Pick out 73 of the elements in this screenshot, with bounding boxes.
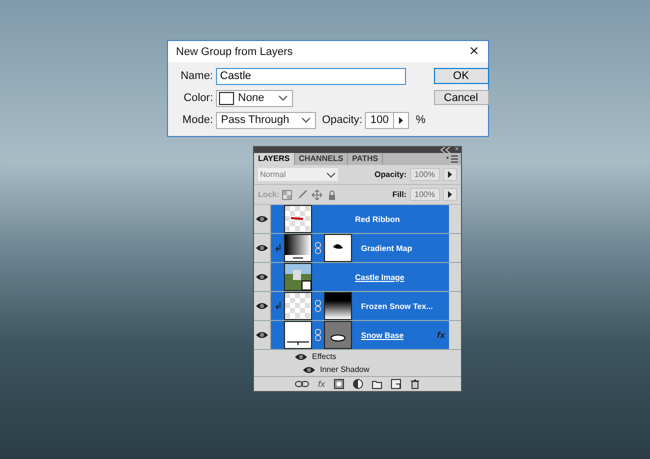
mask-icon[interactable]: [334, 379, 344, 389]
close-button[interactable]: ×: [460, 42, 488, 62]
mode-dropdown[interactable]: Pass Through: [216, 112, 316, 128]
opacity-field[interactable]: 100%: [410, 168, 440, 181]
menu-icon[interactable]: [446, 155, 458, 163]
trash-icon[interactable]: [410, 379, 420, 389]
field-label: Mode:: [181, 114, 213, 126]
fill-label: Fill:: [392, 190, 407, 199]
panel-tab[interactable]: LAYERS: [254, 153, 295, 165]
layer-row[interactable]: Frozen Snow Tex...: [271, 292, 449, 320]
ok-button[interactable]: OK: [434, 68, 488, 84]
effect-name: Effects: [312, 352, 336, 361]
name-field[interactable]: Castle: [216, 68, 406, 84]
image-thumbnail: [284, 263, 312, 291]
clip-arrow-icon: [275, 244, 281, 252]
layer-thumbnail: [284, 205, 312, 233]
collapse-icon[interactable]: [440, 147, 452, 153]
caret-icon: [326, 170, 336, 178]
lock-label: Lock:: [258, 190, 280, 199]
link-icon[interactable]: [294, 380, 309, 388]
opacity-label: Opacity:: [322, 114, 362, 126]
folder-icon[interactable]: [372, 379, 382, 389]
field-label: Color:: [182, 92, 213, 104]
triangle-icon[interactable]: [396, 116, 405, 124]
checker-icon[interactable]: [282, 190, 292, 200]
eye-icon[interactable]: [255, 242, 269, 254]
percent-label: %: [416, 114, 426, 126]
effects-indicator: fx: [436, 330, 445, 340]
triangle-icon[interactable]: [446, 190, 454, 199]
layer-row[interactable]: Red Ribbon: [271, 205, 449, 233]
fx-button[interactable]: fx: [318, 379, 325, 389]
brush-icon[interactable]: [297, 190, 308, 200]
caret-icon: [278, 94, 288, 102]
eye-icon[interactable]: [255, 300, 269, 312]
clip-arrow-icon: [275, 302, 281, 310]
eye-icon[interactable]: [255, 329, 269, 341]
layer-name: Gradient Map: [361, 244, 412, 252]
half-circle-icon[interactable]: [353, 379, 363, 389]
opacity-field[interactable]: 100: [365, 112, 409, 128]
eye-icon[interactable]: [255, 271, 269, 283]
mask-thumbnail: [324, 292, 352, 320]
layer-name: Castle Image: [355, 272, 404, 282]
layer-row[interactable]: Snow Base fx: [271, 321, 449, 349]
fill-field[interactable]: 100%: [410, 188, 440, 201]
new-layer-icon[interactable]: [391, 379, 401, 389]
caret-icon: [301, 116, 311, 124]
panel-tab[interactable]: PATHS: [348, 153, 384, 165]
vector-mask-thumbnail: [324, 321, 352, 349]
dialog-title: New Group from Layers: [176, 46, 293, 58]
panel-tab[interactable]: CHANNELS: [294, 153, 348, 165]
layer-name: Red Ribbon: [355, 214, 400, 224]
shape-thumbnail: [284, 321, 312, 349]
blend-mode-dropdown[interactable]: Normal: [258, 168, 338, 181]
texture-thumbnail: [284, 292, 312, 320]
eye-icon[interactable]: [255, 213, 269, 225]
color-dropdown[interactable]: None: [216, 90, 293, 106]
layer-name: Snow Base: [361, 330, 404, 340]
layer-row[interactable]: Gradient Map: [271, 234, 449, 262]
field-label: Name:: [180, 70, 213, 82]
triangle-icon[interactable]: [446, 170, 454, 179]
mask-thumbnail: [324, 234, 352, 262]
color-swatch-icon: [219, 92, 234, 104]
layer-row[interactable]: Castle Image: [271, 263, 449, 291]
chain-icon: [315, 242, 321, 254]
lock-icon[interactable]: [327, 190, 338, 200]
chain-icon: [315, 300, 321, 312]
gradient-thumbnail: [284, 234, 312, 262]
effect-name: Inner Shadow: [320, 365, 370, 374]
cancel-button[interactable]: Cancel: [434, 90, 488, 105]
layer-name: Frozen Snow Tex...: [361, 302, 433, 310]
move-icon[interactable]: [312, 190, 322, 200]
chain-icon: [315, 329, 321, 341]
opacity-label: Opacity:: [374, 170, 407, 179]
